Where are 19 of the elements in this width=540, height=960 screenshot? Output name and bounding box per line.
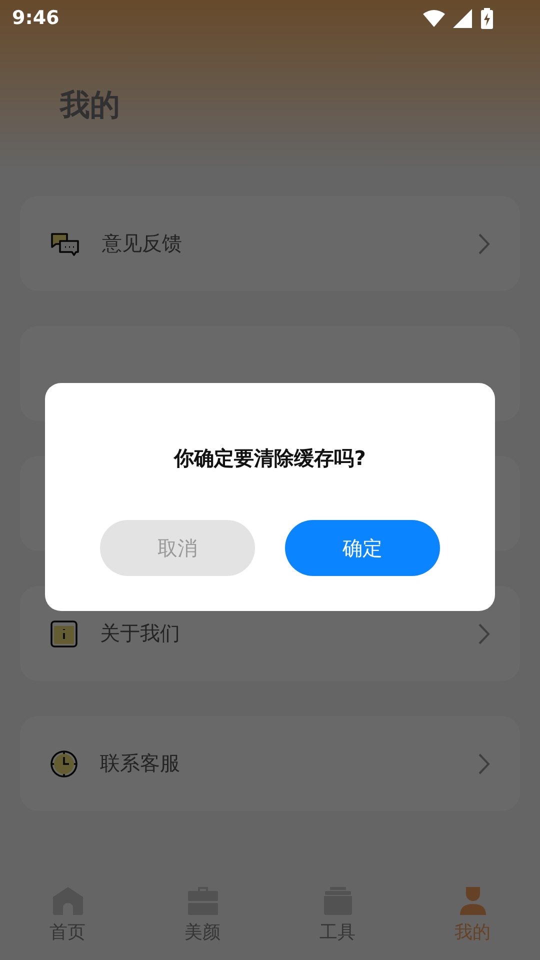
info-square-icon — [50, 620, 78, 648]
nav-tab[interactable]: 我的 — [405, 868, 540, 960]
menu-label: 联系客服 — [100, 750, 181, 777]
menu-card[interactable]: 联系客服 — [20, 716, 520, 811]
menu-label: 意见反馈 — [102, 230, 183, 257]
wifi-icon — [423, 9, 445, 27]
menu-label: 关于我们 — [100, 620, 181, 647]
confirm-button[interactable]: 确定 — [285, 520, 440, 576]
chevron-right-icon — [478, 752, 490, 774]
signal-icon — [453, 8, 472, 28]
chat-bubbles-icon — [50, 232, 80, 256]
cancel-button[interactable]: 取消 — [100, 520, 255, 576]
status-time: 9:46 — [12, 7, 60, 29]
dialog-message: 你确定要清除缓存吗? — [174, 445, 366, 472]
battery-icon — [480, 8, 494, 28]
menu-card[interactable]: 意见反馈 — [20, 196, 520, 291]
chevron-right-icon — [478, 622, 490, 644]
clock-icon — [50, 750, 78, 778]
chevron-right-icon — [478, 232, 490, 254]
